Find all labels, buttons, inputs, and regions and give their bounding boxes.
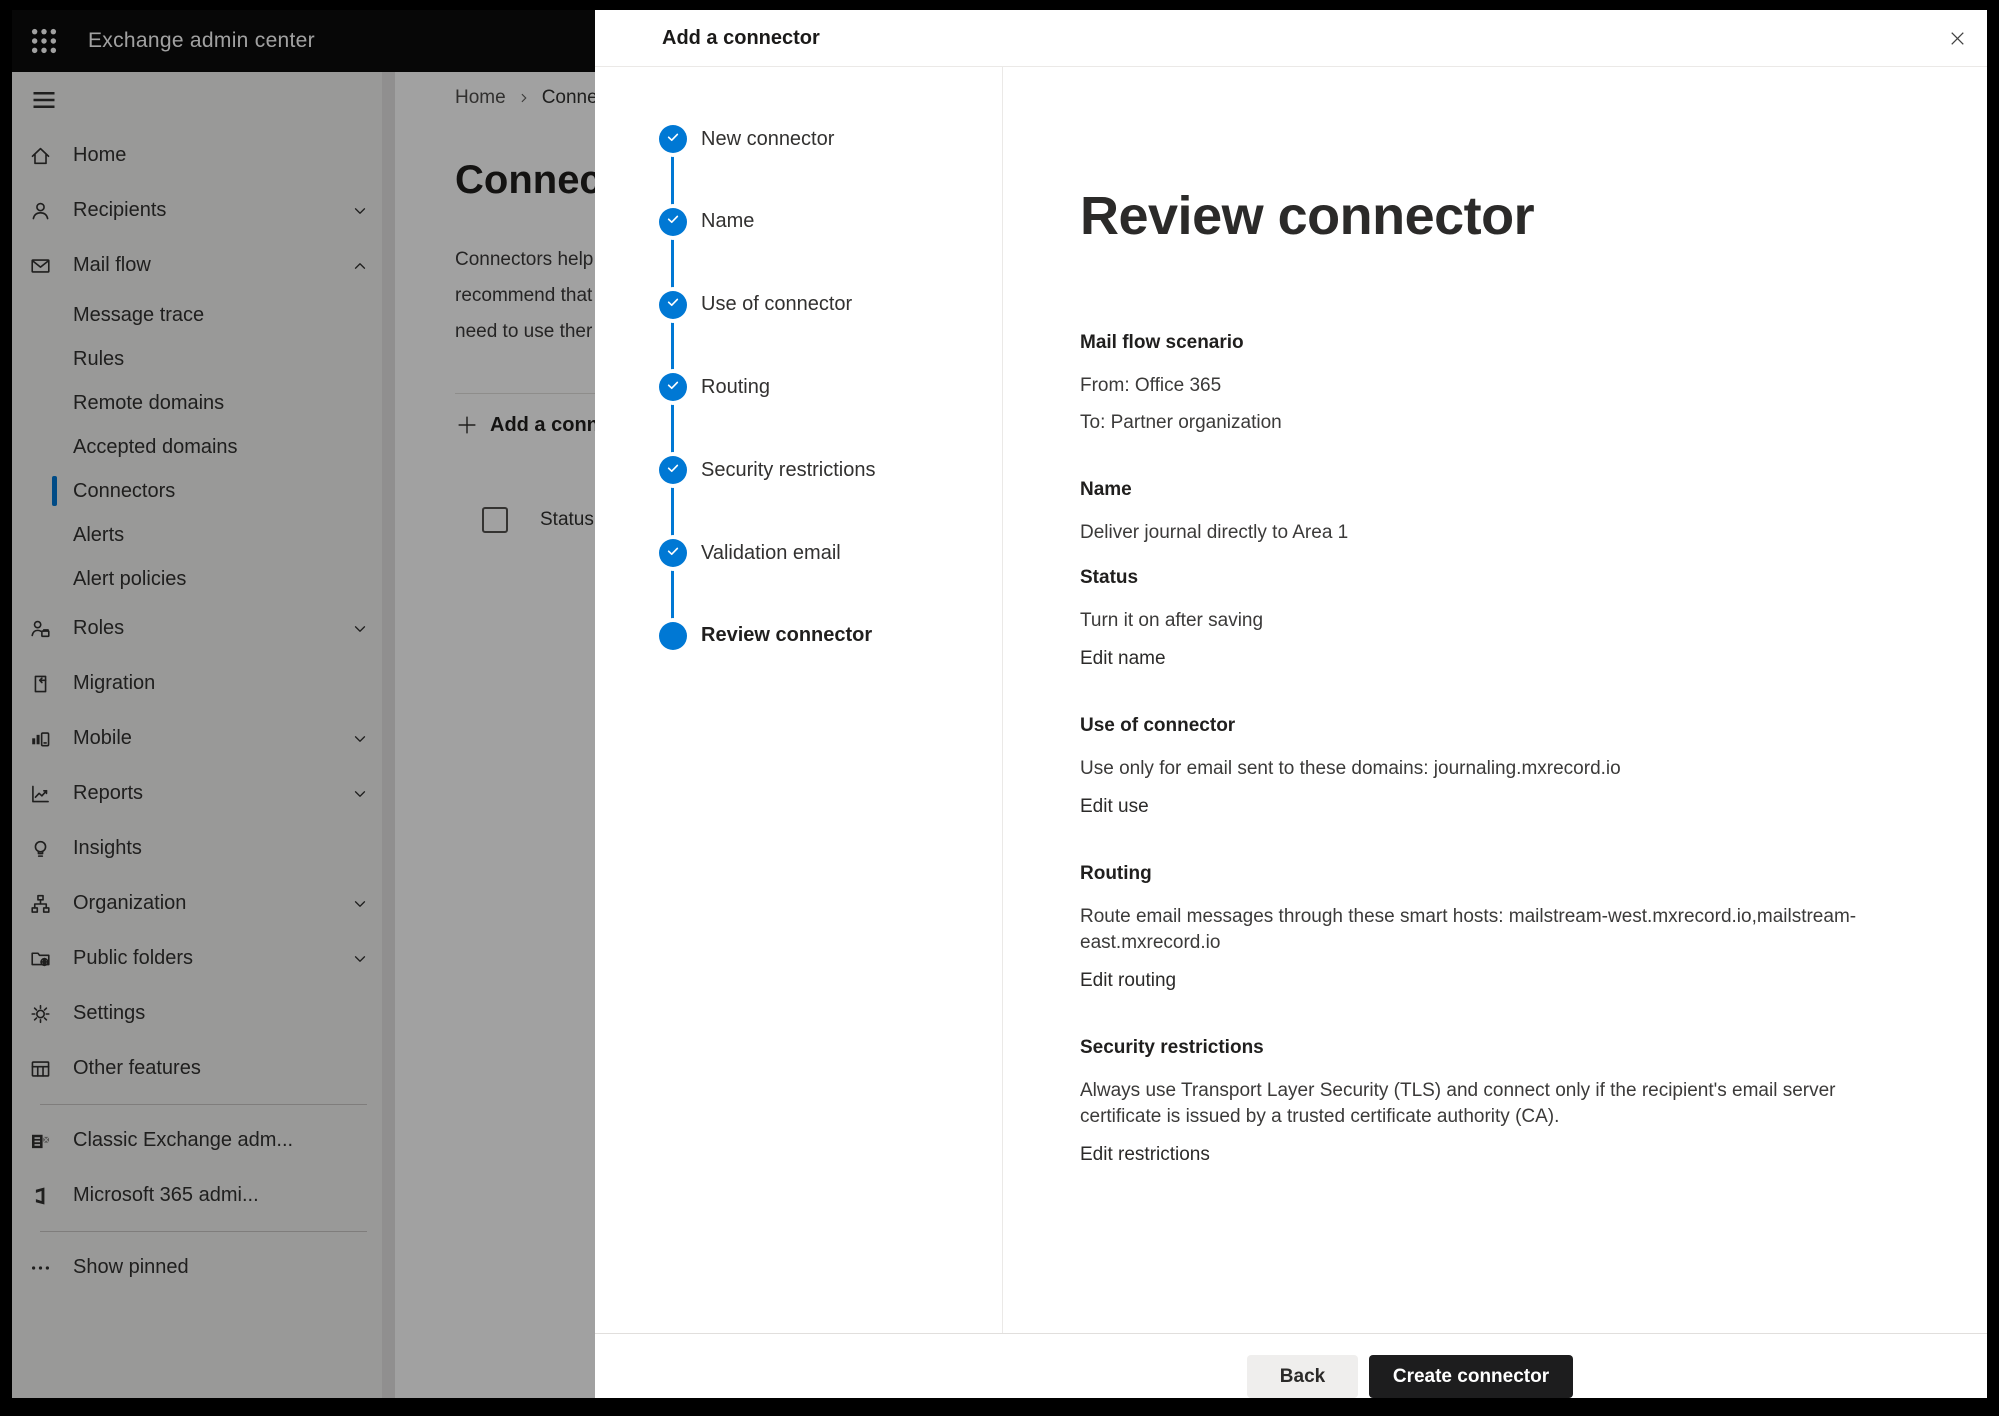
browser-viewport: Exchange admin center Home Recipients <box>12 10 1987 1398</box>
step-status-dot <box>659 456 687 484</box>
wizard-step[interactable]: New connector <box>659 125 834 153</box>
wizard-step[interactable]: Review connector <box>659 622 872 650</box>
review-block: Name Deliver journal directly to Area 1 <box>1080 478 1927 546</box>
panel-title: Add a connector <box>662 27 820 50</box>
review-section: Use of connector Use only for email sent… <box>1080 714 1927 820</box>
check-icon <box>665 543 681 564</box>
step-status-dot <box>659 539 687 567</box>
review-section: Mail flow scenario From: Office 365 To: … <box>1080 331 1927 436</box>
review-text: From: Office 365 <box>1080 373 1880 399</box>
review-heading: Review connector <box>1080 185 1927 247</box>
section-lines: Always use Transport Layer Security (TLS… <box>1080 1078 1927 1130</box>
review-text: Use only for email sent to these domains… <box>1080 756 1880 782</box>
step-label: New connector <box>701 128 834 151</box>
review-text: Deliver journal directly to Area 1 <box>1080 520 1880 546</box>
step-label: Routing <box>701 376 770 399</box>
review-block: Routing Route email messages through the… <box>1080 862 1927 956</box>
edit-link[interactable]: Edit routing <box>1080 968 1176 994</box>
section-heading: Name <box>1080 478 1927 502</box>
edit-link[interactable]: Edit name <box>1080 646 1166 672</box>
wizard-step[interactable]: Routing <box>659 373 770 401</box>
step-label: Review connector <box>701 624 872 647</box>
step-label: Use of connector <box>701 293 852 316</box>
review-block: Security restrictions Always use Transpo… <box>1080 1036 1927 1130</box>
review-block: Status Turn it on after saving <box>1080 566 1927 634</box>
back-button[interactable]: Back <box>1247 1355 1358 1398</box>
section-lines: Use only for email sent to these domains… <box>1080 756 1927 782</box>
check-icon <box>665 377 681 398</box>
panel-header: Add a connector <box>595 10 1987 67</box>
step-label: Validation email <box>701 542 841 565</box>
step-status-dot <box>659 622 687 650</box>
review-text: Route email messages through these smart… <box>1080 904 1880 956</box>
review-blocks: Use of connector Use only for email sent… <box>1080 714 1927 782</box>
section-heading: Routing <box>1080 862 1927 886</box>
section-lines: Deliver journal directly to Area 1 <box>1080 520 1927 546</box>
review-blocks: Security restrictions Always use Transpo… <box>1080 1036 1927 1130</box>
review-section: Security restrictions Always use Transpo… <box>1080 1036 1927 1168</box>
wizard-step[interactable]: Validation email <box>659 539 841 567</box>
section-lines: From: Office 365 To: Partner organizatio… <box>1080 373 1927 436</box>
section-heading: Status <box>1080 566 1927 590</box>
section-heading: Mail flow scenario <box>1080 331 1927 355</box>
section-lines: Turn it on after saving <box>1080 608 1927 634</box>
screenshot-frame: Exchange admin center Home Recipients <box>0 0 1999 1416</box>
wizard-step[interactable]: Security restrictions <box>659 456 876 484</box>
step-status-dot <box>659 291 687 319</box>
review-blocks: Mail flow scenario From: Office 365 To: … <box>1080 331 1927 436</box>
review-content: Review connector Mail flow scenario From… <box>1003 67 1987 1333</box>
check-icon <box>665 129 681 150</box>
step-label: Security restrictions <box>701 459 876 482</box>
review-section: Routing Route email messages through the… <box>1080 862 1927 994</box>
edit-link[interactable]: Edit restrictions <box>1080 1142 1210 1168</box>
review-text: Turn it on after saving <box>1080 608 1880 634</box>
step-status-dot <box>659 373 687 401</box>
check-icon <box>665 460 681 481</box>
step-status-dot <box>659 125 687 153</box>
panel-body: New connector Name Use of connector Rout… <box>595 67 1987 1333</box>
add-connector-panel: Add a connector New connector Name Use o… <box>595 10 1987 1398</box>
step-status-dot <box>659 208 687 236</box>
section-heading: Use of connector <box>1080 714 1927 738</box>
section-heading: Security restrictions <box>1080 1036 1927 1060</box>
check-icon <box>665 211 681 232</box>
wizard-stepper: New connector Name Use of connector Rout… <box>595 67 1003 1333</box>
check-icon <box>665 294 681 315</box>
review-block: Use of connector Use only for email sent… <box>1080 714 1927 782</box>
close-icon[interactable] <box>1938 19 1976 57</box>
section-lines: Route email messages through these smart… <box>1080 904 1927 956</box>
review-text: To: Partner organization <box>1080 410 1880 436</box>
wizard-step[interactable]: Name <box>659 208 754 236</box>
review-section: Name Deliver journal directly to Area 1 … <box>1080 478 1927 672</box>
edit-link[interactable]: Edit use <box>1080 794 1149 820</box>
review-blocks: Routing Route email messages through the… <box>1080 862 1927 956</box>
create-connector-button[interactable]: Create connector <box>1369 1355 1573 1398</box>
review-block: Mail flow scenario From: Office 365 To: … <box>1080 331 1927 436</box>
panel-footer: Back Create connector <box>595 1333 1987 1398</box>
wizard-step[interactable]: Use of connector <box>659 291 852 319</box>
step-label: Name <box>701 210 754 233</box>
review-blocks: Name Deliver journal directly to Area 1 … <box>1080 478 1927 634</box>
review-sections: Mail flow scenario From: Office 365 To: … <box>1080 331 1927 1168</box>
review-text: Always use Transport Layer Security (TLS… <box>1080 1078 1880 1130</box>
